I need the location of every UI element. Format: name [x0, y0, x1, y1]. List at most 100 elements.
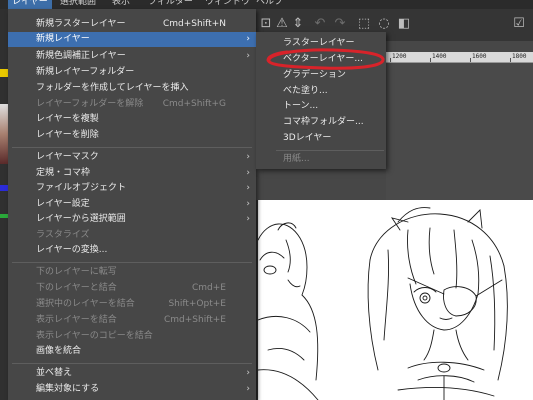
menu-item-label: 新規レイヤーフォルダー	[36, 67, 135, 77]
menu-item-duplicate-layer[interactable]: レイヤーを複製	[8, 112, 256, 127]
chevron-right-icon: ›	[246, 384, 250, 394]
line-art-illustration	[258, 207, 508, 400]
menu-item-label: 下のレイヤーに転写	[36, 267, 117, 277]
ruler-tick: 1800	[512, 53, 527, 60]
color-swatch-yellow[interactable]	[0, 69, 8, 77]
menu-item-shortcut: Cmd+Shift+G	[162, 99, 226, 109]
submenu-item-vector-layer[interactable]: ベクターレイヤー...	[256, 52, 386, 67]
menu-item-label: ラスタライズ	[36, 230, 90, 240]
menubar-selection[interactable]: 選択範囲	[60, 0, 96, 9]
layer-menu: 新規ラスターレイヤー Cmd+Shift+N 新規レイヤー › 新規色調補正レイ…	[8, 9, 256, 400]
submenu-item-tone[interactable]: トーン...	[256, 99, 386, 114]
menu-item-layer-mask[interactable]: レイヤーマスク ›	[8, 150, 256, 165]
menubar-view[interactable]: 表示	[112, 0, 130, 9]
menu-item-ruler-frame[interactable]: 定規・コマ枠 ›	[8, 166, 256, 181]
menu-item-create-folder-insert[interactable]: フォルダーを作成してレイヤーを挿入	[8, 81, 256, 96]
workspace-strip	[386, 62, 533, 200]
menu-item-selection-from-layer[interactable]: レイヤーから選択範囲 ›	[8, 212, 256, 227]
submenu-item-paper[interactable]: 用紙...	[256, 152, 386, 167]
color-swatch-gradient[interactable]	[0, 104, 8, 164]
color-swatch-blue[interactable]	[0, 185, 8, 191]
chevron-right-icon: ›	[246, 51, 250, 61]
menubar-window[interactable]: ウィンドウ	[205, 0, 250, 9]
menu-item-label: 表示レイヤーのコピーを結合	[36, 331, 153, 341]
menu-item-label: 下のレイヤーと結合	[36, 283, 117, 293]
ruler-tick: 1200	[392, 53, 407, 60]
menu-item-label: 表示レイヤーを結合	[36, 315, 117, 325]
submenu-item-gradient[interactable]: グラデーション	[256, 68, 386, 83]
menu-item-file-object[interactable]: ファイルオブジェクト ›	[8, 181, 256, 196]
submenu-item-label: トーン...	[283, 101, 319, 111]
menu-item-label: レイヤーから選択範囲	[36, 214, 126, 224]
menu-item-release-folder[interactable]: レイヤーフォルダーを解除 Cmd+Shift+G	[8, 97, 256, 112]
submenu-item-label: ラスターレイヤー	[283, 38, 355, 48]
new-layer-submenu: ラスターレイヤー ベクターレイヤー... グラデーション べた塗り... トーン…	[256, 32, 386, 169]
undo-icon[interactable]: ↶	[312, 16, 328, 32]
color-swatch-green[interactable]	[0, 214, 8, 218]
menu-item-label: 選択中のレイヤーを結合	[36, 299, 135, 309]
submenu-item-fill[interactable]: べた塗り...	[256, 84, 386, 99]
menu-item-rasterize[interactable]: ラスタライズ	[8, 228, 256, 243]
chevron-right-icon: ›	[246, 183, 250, 193]
menu-item-shortcut: Cmd+Shift+E	[164, 315, 226, 325]
menu-item-new-raster-layer[interactable]: 新規ラスターレイヤー Cmd+Shift+N	[8, 17, 256, 32]
flip-icon[interactable]: ⇕	[290, 16, 306, 32]
paint-icon[interactable]: ◧	[396, 16, 412, 32]
menu-item-layer-settings[interactable]: レイヤー設定 ›	[8, 197, 256, 212]
menu-item-label: レイヤーマスク	[36, 152, 99, 162]
lasso-icon[interactable]: ◌	[376, 16, 392, 32]
menu-item-label: フォルダーを作成してレイヤーを挿入	[36, 83, 189, 93]
chevron-right-icon: ›	[246, 34, 250, 44]
submenu-item-3d-layer[interactable]: 3Dレイヤー	[256, 131, 386, 146]
menu-separator	[12, 262, 252, 263]
submenu-item-label: コマ枠フォルダー...	[283, 117, 364, 127]
menu-item-flatten-image[interactable]: 画像を統合	[8, 344, 256, 359]
submenu-item-frame-border-folder[interactable]: コマ枠フォルダー...	[256, 115, 386, 130]
menu-item-transfer-to-lower[interactable]: 下のレイヤーに転写	[8, 265, 256, 280]
menubar-help[interactable]: ヘルプ	[256, 0, 283, 9]
menu-item-new-adjustment-layer[interactable]: 新規色調補正レイヤー ›	[8, 49, 256, 64]
checkmark-icon[interactable]: ☑	[511, 16, 527, 32]
redo-icon[interactable]: ↷	[332, 16, 348, 32]
menu-item-label: 並べ替え	[36, 368, 73, 378]
menu-item-new-layer[interactable]: 新規レイヤー ›	[8, 32, 256, 47]
menu-item-label: 定規・コマ枠	[36, 168, 91, 178]
submenu-item-label: ベクターレイヤー...	[283, 54, 363, 64]
warning-icon[interactable]: ⚠	[274, 16, 290, 32]
submenu-item-label: べた塗り...	[283, 86, 328, 96]
menu-item-merge-with-lower[interactable]: 下のレイヤーと結合 Cmd+E	[8, 281, 256, 296]
menu-separator	[12, 147, 252, 148]
menu-item-label: 編集対象にする	[36, 384, 100, 394]
chevron-right-icon: ›	[246, 168, 250, 178]
transform-icon[interactable]: ⊡	[258, 16, 274, 32]
ruler: 1200 1400 1600 1800	[386, 52, 533, 63]
chevron-right-icon: ›	[246, 152, 250, 162]
menu-item-arrange[interactable]: 並べ替え ›	[8, 366, 256, 381]
menu-item-convert-layer[interactable]: レイヤーの変換...	[8, 243, 256, 258]
menu-item-delete-layer[interactable]: レイヤーを削除	[8, 128, 256, 143]
menu-item-label: レイヤーの変換...	[36, 245, 108, 255]
submenu-item-label: 用紙...	[283, 154, 310, 164]
ruler-tick: 1600	[472, 53, 487, 60]
menu-item-label: 新規レイヤー	[36, 34, 90, 44]
ruler-tick: 1400	[432, 53, 447, 60]
menu-item-label: 新規色調補正レイヤー	[36, 51, 126, 61]
submenu-item-raster-layer[interactable]: ラスターレイヤー	[256, 36, 386, 51]
menu-item-label: レイヤーを複製	[36, 114, 99, 124]
chevron-right-icon: ›	[246, 368, 250, 378]
menu-item-merge-visible-copy[interactable]: 表示レイヤーのコピーを結合	[8, 329, 256, 344]
menu-item-merge-visible[interactable]: 表示レイヤーを結合 Cmd+Shift+E	[8, 313, 256, 328]
menu-item-new-layer-folder[interactable]: 新規レイヤーフォルダー	[8, 65, 256, 80]
drawing-canvas[interactable]	[258, 200, 533, 400]
menu-item-label: 画像を統合	[36, 346, 82, 356]
menu-item-merge-selected[interactable]: 選択中のレイヤーを結合 Shift+Opt+E	[8, 297, 256, 312]
menubar-filter[interactable]: フィルター	[148, 0, 193, 9]
menu-item-set-edit-target[interactable]: 編集対象にする ›	[8, 382, 256, 397]
menu-item-shortcut: Cmd+E	[192, 283, 226, 293]
menubar-layer[interactable]: レイヤー	[8, 0, 52, 9]
selection-icon[interactable]: ⬚	[356, 16, 372, 32]
menu-item-label: レイヤーを削除	[36, 130, 99, 140]
menu-item-label: レイヤーフォルダーを解除	[36, 99, 144, 109]
menu-item-label: ファイルオブジェクト	[36, 183, 127, 193]
menu-item-label: レイヤー設定	[36, 199, 90, 209]
